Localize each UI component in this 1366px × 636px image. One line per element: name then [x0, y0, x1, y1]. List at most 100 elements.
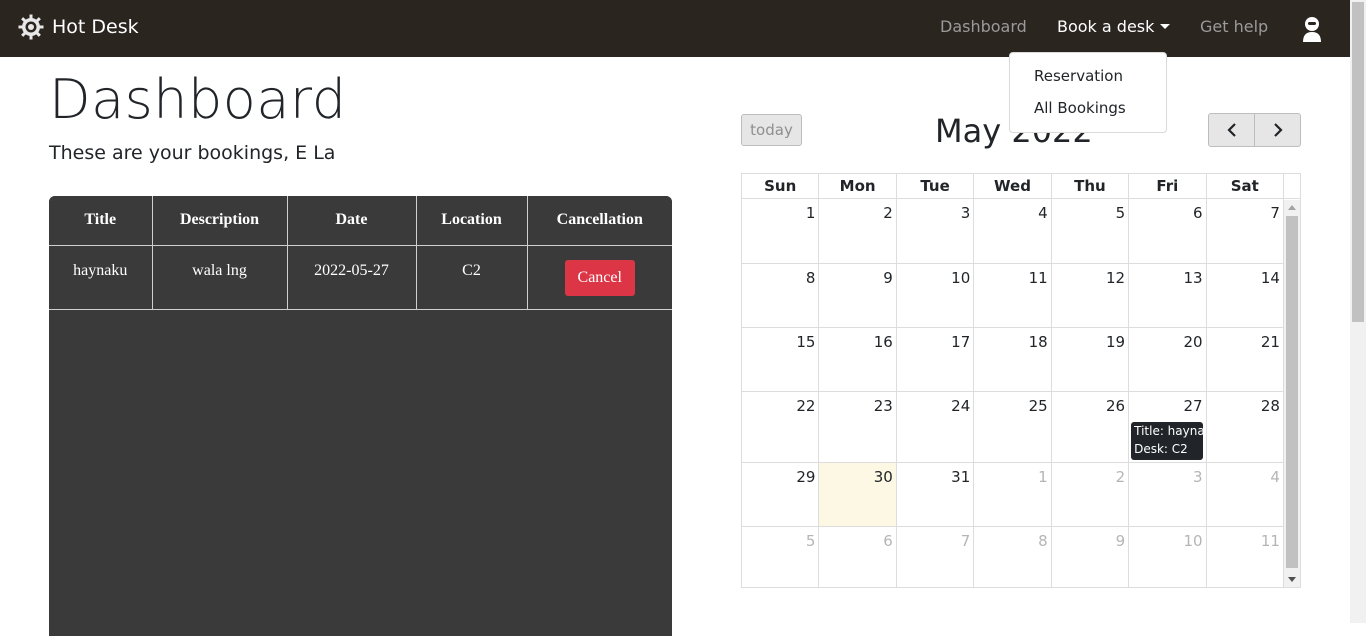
day-number: 13 — [1183, 269, 1203, 287]
dropdown-item-reservation[interactable]: Reservation — [1010, 61, 1166, 93]
calendar-day-cell[interactable]: 10 — [1129, 527, 1207, 587]
navbar: Hot Desk Dashboard Book a desk Get help — [0, 0, 1350, 57]
prev-month-button[interactable] — [1209, 114, 1254, 146]
calendar-day-cell[interactable]: 12 — [1052, 264, 1130, 327]
page-scroll-thumb[interactable] — [1352, 2, 1364, 322]
calendar-day-cell[interactable]: 22 — [742, 392, 820, 462]
nav-get-help[interactable]: Get help — [1200, 17, 1268, 36]
calendar-day-cell[interactable]: 1 — [974, 463, 1052, 526]
calendar-day-cell[interactable]: 27 Title: haynaku Desk: C2 — [1129, 392, 1207, 462]
calendar-week-row: 29 30 31 1 2 3 4 — [742, 463, 1284, 527]
day-number: 20 — [1183, 333, 1203, 351]
calendar-week-row: 22 23 24 25 26 27 Title: haynaku Desk: C2 28 — [742, 392, 1284, 463]
calendar-week-row: 8 9 10 11 12 13 14 — [742, 264, 1284, 328]
today-button[interactable]: today — [741, 114, 802, 146]
day-number: 15 — [796, 333, 816, 351]
calendar-day-cell[interactable]: 2 — [819, 199, 897, 263]
calendar-day-cell[interactable]: 13 — [1129, 264, 1207, 327]
calendar-day-cell[interactable]: 6 — [819, 527, 897, 587]
chevron-left-icon — [1226, 123, 1236, 137]
calendar-day-cell[interactable]: 8 — [742, 264, 820, 327]
day-number: 2 — [883, 204, 893, 222]
calendar-day-cell[interactable]: 8 — [974, 527, 1052, 587]
weekday-header: Sun Mon Tue Wed Thu Fri Sat — [742, 174, 1284, 199]
next-month-button[interactable] — [1254, 114, 1300, 146]
calendar-day-cell[interactable]: 15 — [742, 328, 820, 391]
calendar-day-cell[interactable]: 2 — [1052, 463, 1130, 526]
calendar-day-cell[interactable]: 18 — [974, 328, 1052, 391]
calendar-day-cell[interactable]: 4 — [974, 199, 1052, 263]
cancel-button[interactable]: Cancel — [564, 259, 635, 296]
calendar-day-cell[interactable]: 17 — [897, 328, 975, 391]
day-number: 18 — [1028, 333, 1048, 351]
calendar-week-row: 5 6 7 8 9 10 11 — [742, 527, 1284, 588]
calendar-day-cell[interactable]: 7 — [1207, 199, 1284, 263]
nav-dashboard[interactable]: Dashboard — [940, 17, 1027, 36]
cell-date: 2022-05-27 — [286, 244, 417, 310]
calendar-day-cell[interactable]: 24 — [897, 392, 975, 462]
calendar-week-row: 1 2 3 4 5 6 7 — [742, 199, 1284, 264]
day-number: 11 — [1028, 269, 1048, 287]
gear-logo-icon — [18, 14, 44, 40]
day-number: 22 — [796, 397, 816, 415]
page-scrollbar[interactable] — [1350, 0, 1366, 623]
calendar-body: 1 2 3 4 5 6 7 8 9 10 11 12 13 14 15 16 17 18 19 20 21 22 23 24 2… — [742, 199, 1284, 588]
weekday-tue: Tue — [896, 174, 975, 199]
column-header-description: Description — [151, 196, 288, 246]
calendar-scrollbar[interactable] — [1284, 200, 1300, 587]
day-number: 26 — [1106, 397, 1126, 415]
calendar-day-cell[interactable]: 29 — [742, 463, 820, 526]
day-number: 31 — [951, 468, 971, 486]
calendar-event[interactable]: Title: haynaku Desk: C2 — [1131, 422, 1204, 460]
calendar-day-cell[interactable]: 5 — [742, 527, 820, 587]
scroll-down-icon[interactable] — [1288, 577, 1296, 582]
nav-book-a-desk[interactable]: Book a desk — [1057, 17, 1171, 36]
column-header-location: Location — [415, 196, 528, 246]
day-number: 21 — [1260, 333, 1280, 351]
calendar-day-cell[interactable]: 19 — [1052, 328, 1130, 391]
column-header-date: Date — [286, 196, 417, 246]
calendar-day-cell[interactable]: 14 — [1207, 264, 1284, 327]
calendar-scroll-thumb[interactable] — [1286, 216, 1298, 568]
calendar-day-cell[interactable]: 30 — [819, 463, 897, 526]
calendar-day-cell[interactable]: 25 — [974, 392, 1052, 462]
day-number: 23 — [873, 397, 893, 415]
calendar-day-cell[interactable]: 4 — [1207, 463, 1284, 526]
day-number: 24 — [951, 397, 971, 415]
weekday-sun: Sun — [742, 174, 820, 199]
scroll-up-icon[interactable] — [1288, 205, 1296, 210]
calendar-day-cell[interactable]: 6 — [1129, 199, 1207, 263]
calendar-day-cell[interactable]: 20 — [1129, 328, 1207, 391]
day-number: 4 — [1270, 468, 1280, 486]
day-number: 9 — [883, 269, 893, 287]
day-number: 10 — [951, 269, 971, 287]
day-number: 3 — [1192, 468, 1203, 486]
calendar-day-cell[interactable]: 23 — [819, 392, 897, 462]
day-number: 17 — [951, 333, 971, 351]
calendar-day-cell[interactable]: 9 — [1052, 527, 1130, 587]
calendar-day-cell[interactable]: 9 — [819, 264, 897, 327]
calendar-day-cell[interactable]: 3 — [1129, 463, 1207, 526]
day-number: 30 — [873, 468, 893, 486]
calendar-day-cell[interactable]: 10 — [897, 264, 975, 327]
day-number: 16 — [873, 333, 893, 351]
calendar-day-cell[interactable]: 5 — [1052, 199, 1130, 263]
event-desk: Desk: C2 — [1134, 442, 1188, 456]
user-icon[interactable] — [1301, 16, 1323, 42]
calendar-day-cell[interactable]: 21 — [1207, 328, 1284, 391]
dropdown-item-all-bookings[interactable]: All Bookings — [1010, 93, 1166, 125]
calendar-day-cell[interactable]: 28 — [1207, 392, 1284, 462]
day-number: 7 — [960, 532, 971, 550]
calendar-day-cell[interactable]: 16 — [819, 328, 897, 391]
calendar-day-cell[interactable]: 7 — [897, 527, 975, 587]
calendar-day-cell[interactable]: 3 — [897, 199, 975, 263]
day-number: 5 — [1115, 204, 1126, 222]
calendar-day-cell[interactable]: 1 — [742, 199, 820, 263]
day-number: 6 — [1192, 204, 1203, 222]
calendar-day-cell[interactable]: 11 — [1207, 527, 1284, 587]
brand-link[interactable]: Hot Desk — [18, 14, 139, 40]
weekday-thu: Thu — [1051, 174, 1130, 199]
calendar-day-cell[interactable]: 11 — [974, 264, 1052, 327]
calendar-day-cell[interactable]: 26 — [1052, 392, 1130, 462]
calendar-day-cell[interactable]: 31 — [897, 463, 975, 526]
